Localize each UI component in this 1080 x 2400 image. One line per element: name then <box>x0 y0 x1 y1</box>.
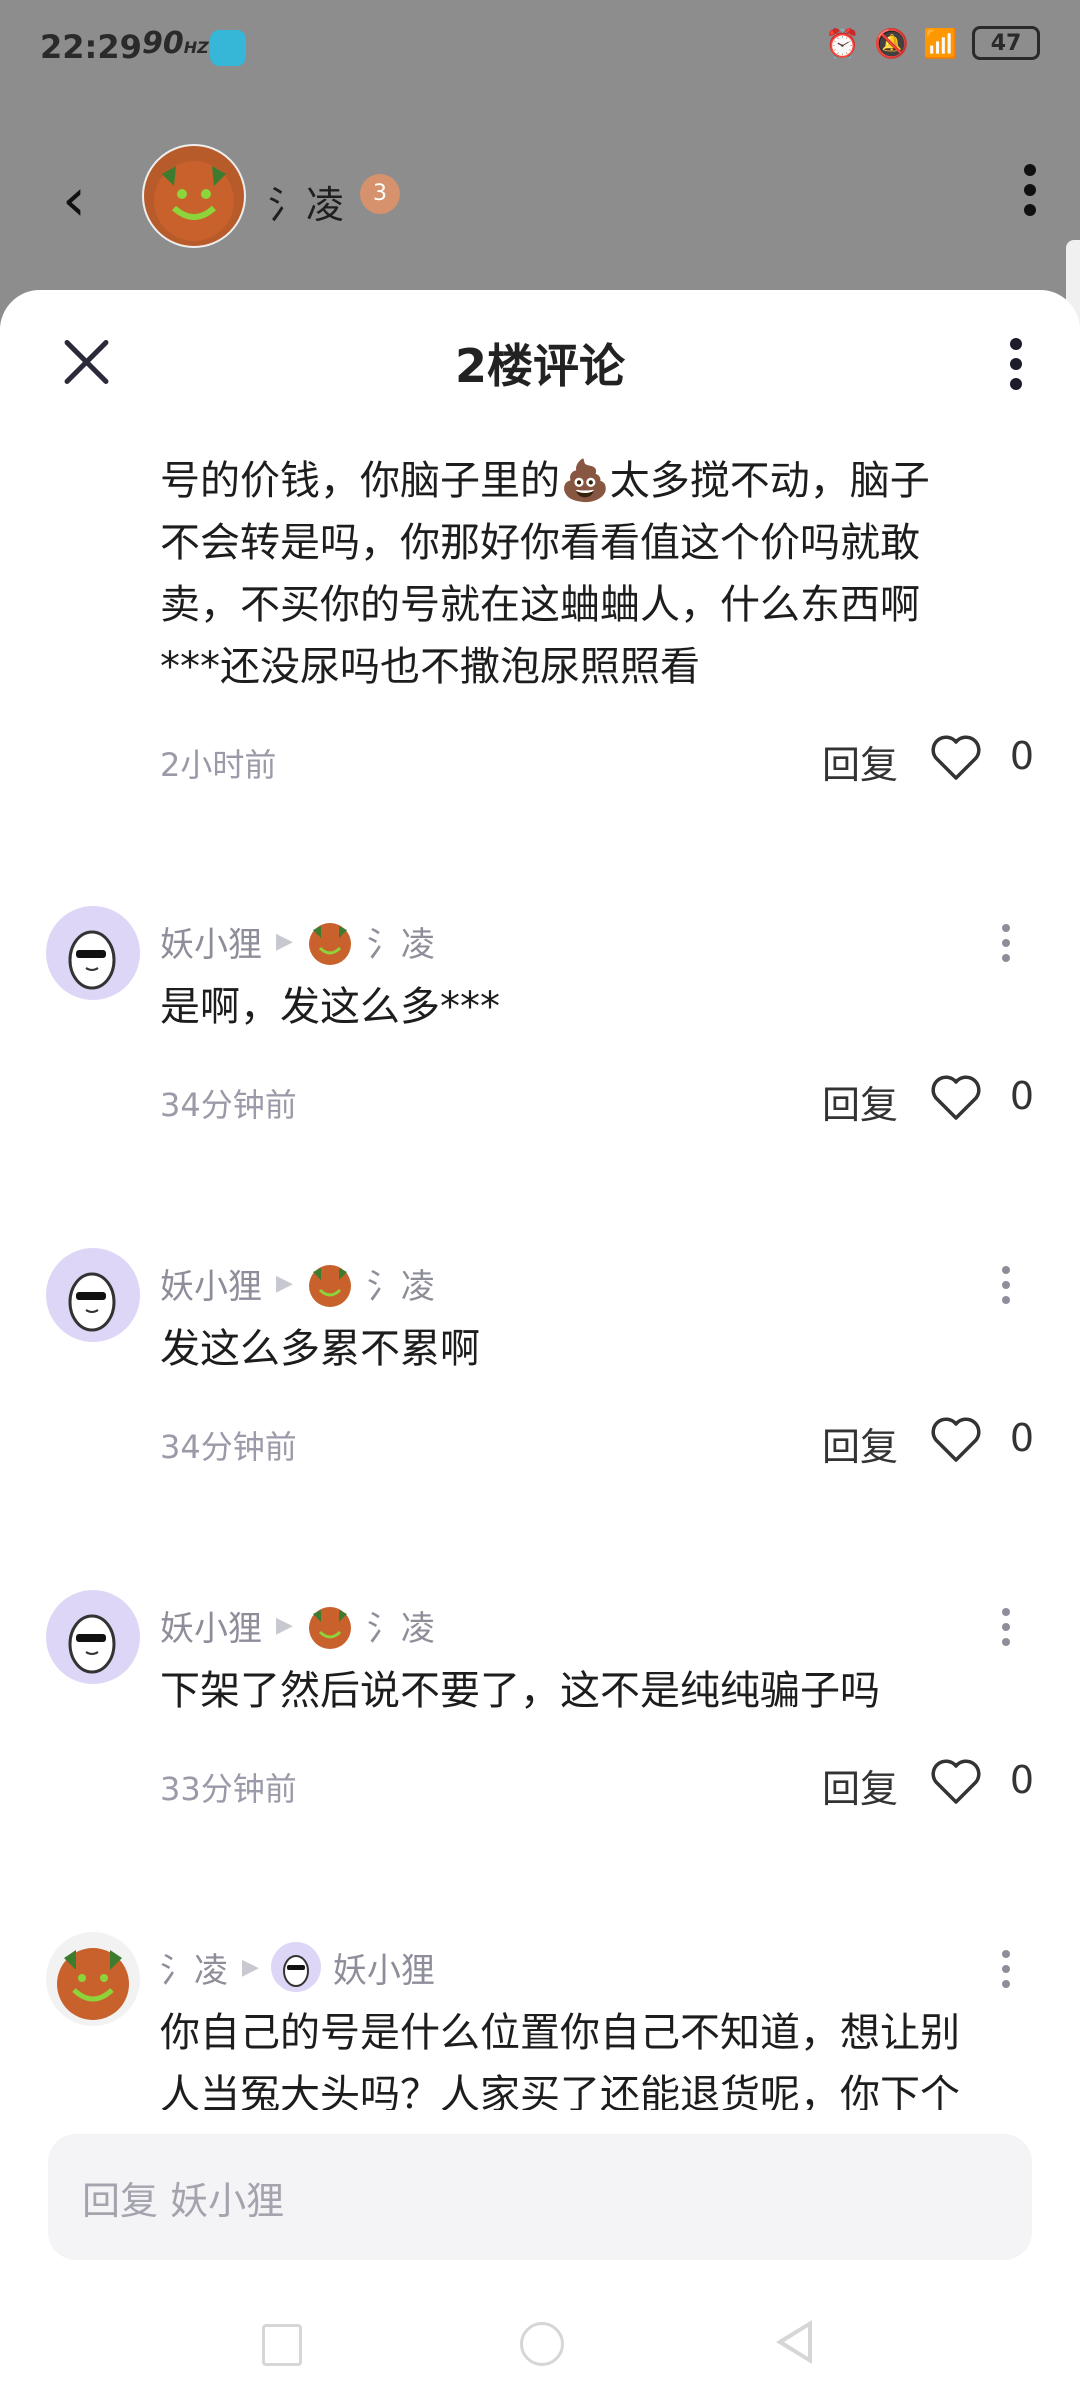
reply-arrow-icon: ▶ <box>276 928 293 954</box>
home-icon[interactable] <box>520 2322 564 2366</box>
author-name[interactable]: 氵凌 <box>160 1943 228 1992</box>
avatar <box>305 1258 355 1308</box>
more-icon[interactable] <box>1010 338 1024 398</box>
wifi-icon: 📶 <box>923 26 958 60</box>
comments-sheet: 2楼评论 号的价钱，你脑子里的💩太多搅不动，脑子 不会转是吗，你那好你看看值这个… <box>0 290 1080 2400</box>
comment-meta: 34分钟前 回复 0 <box>160 1412 1040 1472</box>
sheet-header: 2楼评论 <box>0 290 1080 440</box>
alarm-icon: ⏰ <box>825 26 861 60</box>
recents-icon[interactable] <box>262 2324 302 2366</box>
status-time: 22:29 <box>40 28 142 66</box>
reply-target[interactable]: 氵凌 <box>367 1259 435 1308</box>
like-icon[interactable] <box>930 1416 982 1464</box>
more-icon[interactable] <box>1024 164 1036 224</box>
comment-meta: 2小时前 回复 0 <box>160 730 1040 790</box>
background-app: 22:29 90HZ ⏰ 🔕 📶 47 ‹ 氵凌 3 <box>0 0 1080 330</box>
reply-button[interactable]: 回复 <box>822 1074 898 1129</box>
reply-target[interactable]: 氵凌 <box>367 917 435 966</box>
reply-input-placeholder: 回复 妖小狸 <box>82 2179 285 2223</box>
refresh-rate: 90HZ <box>142 26 209 61</box>
comment-time: 33分钟前 <box>160 1770 297 1808</box>
avatar <box>270 1942 321 1992</box>
comment-time: 34分钟前 <box>160 1428 297 1466</box>
comment-line: 卖，不买你的号就在这蛐蛐人，什么东西啊 <box>160 582 920 628</box>
reply-arrow-icon: ▶ <box>276 1612 293 1638</box>
comment-more-icon[interactable] <box>1002 1950 1010 1995</box>
sheet-title: 2楼评论 <box>454 339 625 393</box>
comment-line: 号的价钱，你脑子里的💩太多搅不动，脑子 <box>160 458 930 504</box>
comment-line: ***还没尿吗也不撒泡尿照照看 <box>160 644 700 690</box>
comment-more-icon[interactable] <box>1002 1608 1010 1653</box>
back-icon[interactable] <box>776 2320 812 2364</box>
like-count: 0 <box>1009 734 1034 778</box>
comment-time: 34分钟前 <box>160 1086 297 1124</box>
like-count: 0 <box>1009 1758 1034 1802</box>
like-icon[interactable] <box>930 1074 982 1122</box>
comment-line: 不会转是吗，你那好你看看值这个价吗就敢 <box>160 520 920 566</box>
avatar[interactable] <box>46 1248 140 1342</box>
back-icon[interactable]: ‹ <box>62 170 86 230</box>
battery-icon: 47 <box>972 26 1040 60</box>
comment-author: 妖小狸 ▶ 氵凌 <box>160 1600 435 1650</box>
comment-more-icon[interactable] <box>1002 1266 1010 1311</box>
like-icon[interactable] <box>930 734 982 782</box>
chat-header: ‹ 氵凌 3 <box>0 140 1080 250</box>
like-count: 0 <box>1009 1074 1034 1118</box>
avatar[interactable] <box>46 1590 140 1684</box>
reply-button[interactable]: 回复 <box>822 734 898 789</box>
comment-line: 人当冤大头吗？人家买了还能退货呢，你下个 <box>160 2072 960 2110</box>
reply-arrow-icon: ▶ <box>276 1270 293 1296</box>
avatar[interactable] <box>142 144 246 248</box>
comment-text: 下架了然后说不要了，这不是纯纯骗子吗 <box>160 1668 880 1714</box>
author-name[interactable]: 妖小狸 <box>160 1601 262 1650</box>
reply-arrow-icon: ▶ <box>242 1954 259 1980</box>
status-bar: 22:29 90HZ ⏰ 🔕 📶 47 <box>0 0 1080 100</box>
comment-more-icon[interactable] <box>1002 924 1010 969</box>
comment-time: 2小时前 <box>160 746 277 784</box>
reply-button[interactable]: 回复 <box>822 1758 898 1813</box>
comment-text: 你自己的号是什么位置你自己不知道，想让别 人当冤大头吗？人家买了还能退货呢，你下… <box>160 2002 1040 2110</box>
reply-target[interactable]: 妖小狸 <box>333 1943 435 1992</box>
author-name[interactable]: 妖小狸 <box>160 1259 262 1308</box>
app-notification-icon <box>210 30 246 66</box>
author-name[interactable]: 妖小狸 <box>160 917 262 966</box>
comment-author: 氵凌 ▶ 妖小狸 <box>160 1942 435 1992</box>
comment-meta: 34分钟前 回复 0 <box>160 1070 1040 1130</box>
avatar[interactable] <box>46 1932 140 2026</box>
reply-input[interactable]: 回复 妖小狸 <box>48 2134 1032 2260</box>
chat-username: 氵凌 <box>268 183 345 227</box>
comment-author: 妖小狸 ▶ 氵凌 <box>160 1258 435 1308</box>
reply-button[interactable]: 回复 <box>822 1416 898 1471</box>
reply-target[interactable]: 氵凌 <box>367 1601 435 1650</box>
system-navbar <box>0 2300 1080 2400</box>
like-icon[interactable] <box>930 1758 982 1806</box>
comment-line: 你自己的号是什么位置你自己不知道，想让别 <box>160 2010 960 2056</box>
level-badge: 3 <box>360 174 400 214</box>
comment-text: 号的价钱，你脑子里的💩太多搅不动，脑子 不会转是吗，你那好你看看值这个价吗就敢 … <box>160 420 1020 698</box>
status-icons: ⏰ 🔕 📶 47 <box>825 26 1040 60</box>
comment-author: 妖小狸 ▶ 氵凌 <box>160 916 435 966</box>
avatar <box>305 916 355 966</box>
avatar[interactable] <box>46 906 140 1000</box>
avatar <box>305 1600 355 1650</box>
comment-list[interactable]: 号的价钱，你脑子里的💩太多搅不动，脑子 不会转是吗，你那好你看看值这个价吗就敢 … <box>0 290 1080 2110</box>
comment-text: 发这么多累不累啊 <box>160 1326 480 1372</box>
comment-text: 是啊，发这么多*** <box>160 984 500 1030</box>
mute-icon: 🔕 <box>874 26 910 60</box>
comment-meta: 33分钟前 回复 0 <box>160 1754 1040 1814</box>
like-count: 0 <box>1009 1416 1034 1460</box>
